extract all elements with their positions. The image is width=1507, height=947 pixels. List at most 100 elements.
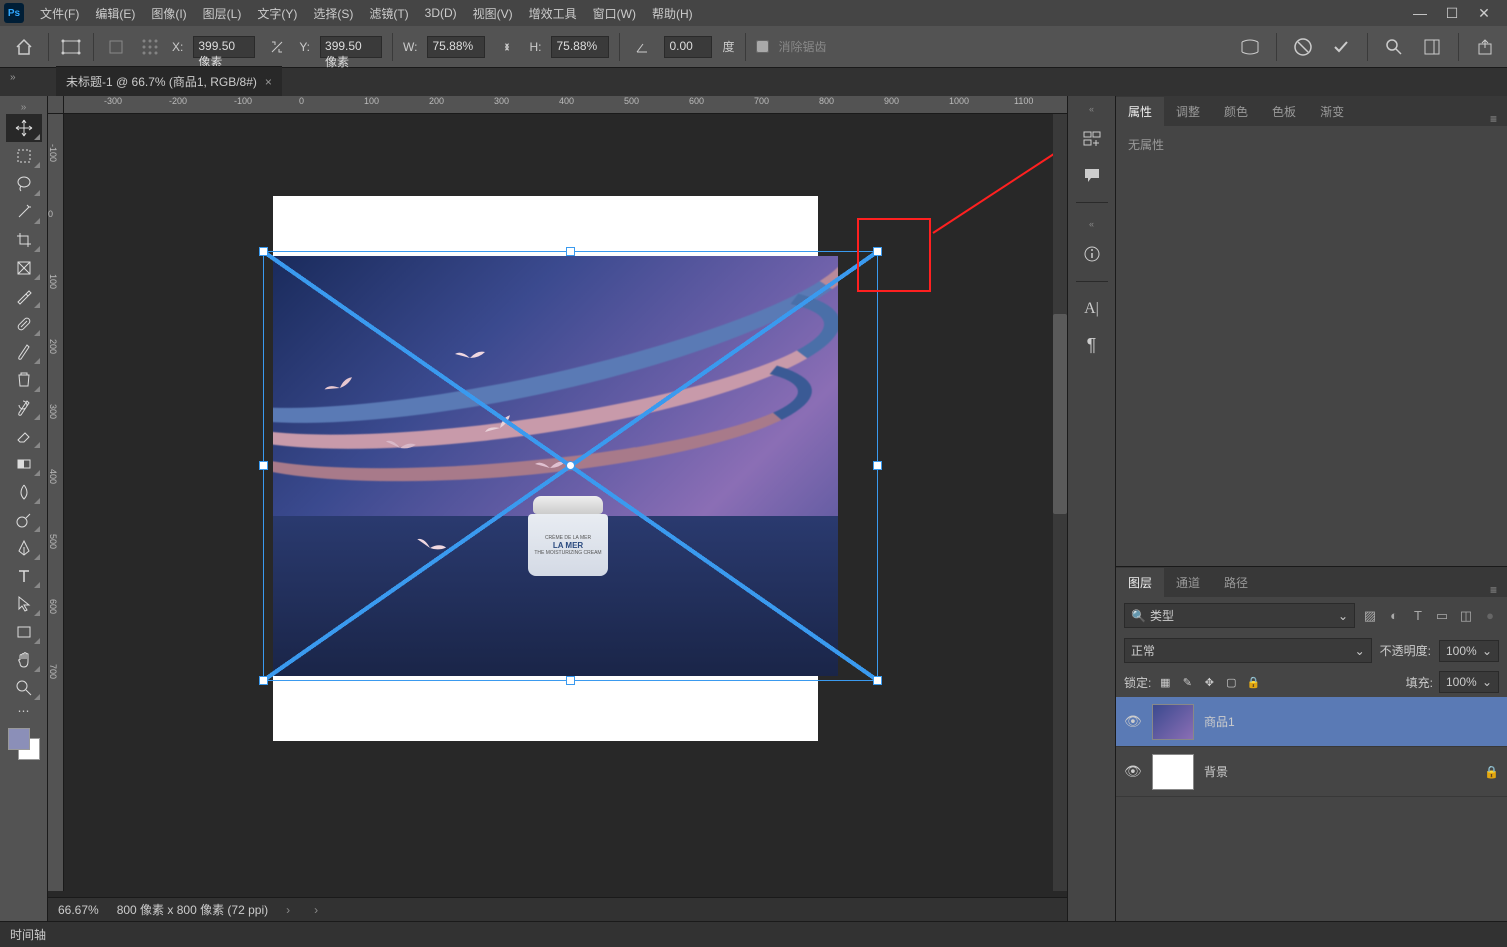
filter-smart-icon[interactable]: ◫ [1457,607,1475,625]
tab-color[interactable]: 颜色 [1212,97,1260,126]
eraser-tool[interactable] [6,422,42,450]
filter-shape-icon[interactable]: ▭ [1433,607,1451,625]
commit-transform-icon[interactable] [1329,35,1353,59]
cancel-transform-icon[interactable] [1291,35,1315,59]
menu-file[interactable]: 文件(F) [32,1,87,26]
tab-paths[interactable]: 路径 [1212,568,1260,597]
menu-type[interactable]: 文字(Y) [249,1,305,26]
clone-tool[interactable] [6,366,42,394]
panel-menu-icon[interactable]: ≡ [1480,112,1507,126]
filter-toggle-icon[interactable]: ● [1481,607,1499,625]
menu-plugins[interactable]: 增效工具 [521,1,585,26]
transform-handle-tl[interactable] [259,247,268,256]
workspace-icon[interactable] [1420,35,1444,59]
tab-adjustments[interactable]: 调整 [1164,97,1212,126]
layer-row[interactable]: 👁 背景 🔒 [1116,747,1507,797]
eyedropper-tool[interactable] [6,282,42,310]
tab-swatches[interactable]: 色板 [1260,97,1308,126]
type-tool[interactable] [6,562,42,590]
visibility-icon[interactable]: 👁 [1124,713,1142,730]
x-input[interactable]: 399.50 像素 [193,36,255,58]
ruler-horizontal[interactable]: -300 -200 -100 0 100 200 300 400 500 600… [64,96,1067,114]
menu-edit[interactable]: 编辑(E) [87,1,143,26]
layer-name[interactable]: 商品1 [1204,713,1499,730]
home-icon[interactable] [10,33,38,61]
edit-toolbar[interactable]: ⋯ [6,702,42,720]
canvas[interactable]: -300 -200 -100 0 100 200 300 400 500 600… [48,96,1067,921]
layers-menu-icon[interactable]: ≡ [1480,583,1507,597]
lock-artboard-icon[interactable]: ▢ [1223,674,1239,690]
transform-handle-mr[interactable] [873,461,882,470]
color-swatch[interactable] [8,728,40,760]
y-input[interactable]: 399.50 像素 [320,36,382,58]
layer-thumbnail[interactable] [1152,704,1194,740]
share-icon[interactable] [1473,35,1497,59]
filter-type-icon[interactable]: T [1409,607,1427,625]
w-input[interactable]: 75.88% [427,36,485,58]
blur-tool[interactable] [6,478,42,506]
lock-icon[interactable]: 🔒 [1484,765,1499,779]
lock-all-icon[interactable]: 🔒 [1245,674,1261,690]
healing-tool[interactable] [6,310,42,338]
canvas-scrollbar[interactable] [1053,114,1067,891]
brush-tool[interactable] [6,338,42,366]
swap-xy-icon[interactable] [265,35,289,59]
lock-transparent-icon[interactable]: ▦ [1157,674,1173,690]
h-input[interactable]: 75.88% [551,36,609,58]
blend-mode[interactable]: 正常⌄ [1124,638,1372,663]
lock-position-icon[interactable]: ✥ [1201,674,1217,690]
close-tab-icon[interactable]: × [265,75,272,89]
pen-tool[interactable] [6,534,42,562]
menu-view[interactable]: 视图(V) [465,1,521,26]
info-panel-icon[interactable] [1078,243,1106,265]
menu-3d[interactable]: 3D(D) [417,2,465,24]
tab-chevron-icon[interactable]: » [10,72,16,83]
tab-channels[interactable]: 通道 [1164,568,1212,597]
filter-adjust-icon[interactable]: ◐ [1385,607,1403,625]
comments-panel-icon[interactable] [1078,164,1106,186]
menu-layer[interactable]: 图层(L) [195,1,250,26]
opacity-input[interactable]: 100%⌄ [1439,640,1499,662]
reference-point-icon[interactable] [104,35,128,59]
ruler-origin[interactable] [48,96,64,114]
path-select-tool[interactable] [6,590,42,618]
menu-window[interactable]: 窗口(W) [585,1,644,26]
crop-tool[interactable] [6,226,42,254]
rectangle-tool[interactable] [6,618,42,646]
lasso-tool[interactable] [6,170,42,198]
transform-handle-br[interactable] [873,676,882,685]
layer-name[interactable]: 背景 [1204,763,1474,780]
ruler-vertical[interactable]: -100 0 100 200 300 400 500 600 700 [48,114,64,891]
transform-handle-ml[interactable] [259,461,268,470]
layer-thumbnail[interactable] [1152,754,1194,790]
close-button[interactable]: ✕ [1477,6,1491,20]
antialias-checkbox[interactable] [756,40,769,53]
maximize-button[interactable]: ☐ [1445,6,1459,20]
paragraph-panel-icon[interactable]: ¶ [1078,334,1106,356]
timeline-panel[interactable]: 时间轴 [0,921,1507,947]
menu-select[interactable]: 选择(S) [305,1,361,26]
search-icon[interactable] [1382,35,1406,59]
link-wh-icon[interactable] [495,35,519,59]
move-tool[interactable] [6,114,42,142]
transform-handle-bl[interactable] [259,676,268,685]
history-brush-tool[interactable] [6,394,42,422]
tab-gradients[interactable]: 渐变 [1308,97,1356,126]
tab-layers[interactable]: 图层 [1116,568,1164,597]
menu-image[interactable]: 图像(I) [143,1,194,26]
zoom-tool[interactable] [6,674,42,702]
zoom-level[interactable]: 66.67% [58,903,99,917]
history-panel-icon[interactable] [1078,128,1106,150]
warp-icon[interactable] [1238,35,1262,59]
gradient-tool[interactable] [6,450,42,478]
fill-input[interactable]: 100%⌄ [1439,671,1499,693]
layer-filter[interactable]: 🔍 类型 ⌄ [1124,603,1355,628]
menu-filter[interactable]: 滤镜(T) [361,1,416,26]
filter-image-icon[interactable]: ▨ [1361,607,1379,625]
transform-mode-icon[interactable] [59,35,83,59]
menu-help[interactable]: 帮助(H) [644,1,701,26]
lock-pixels-icon[interactable]: ✎ [1179,674,1195,690]
magic-wand-tool[interactable] [6,198,42,226]
document-tab[interactable]: 未标题-1 @ 66.7% (商品1, RGB/8#) × [56,66,282,96]
dodge-tool[interactable] [6,506,42,534]
